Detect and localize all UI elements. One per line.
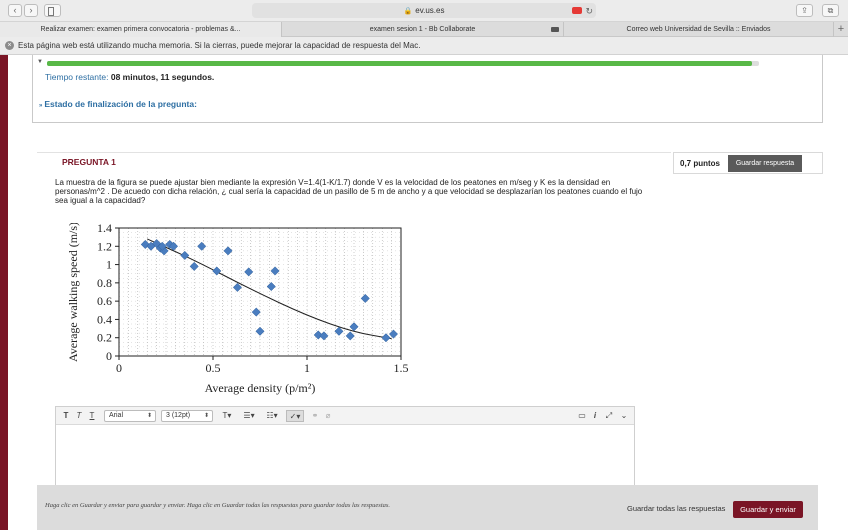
spellcheck-icon[interactable]: ✓▾ bbox=[286, 410, 304, 422]
data-point bbox=[266, 281, 276, 292]
font-family-value: Arial bbox=[109, 412, 124, 419]
camera-recording-icon[interactable] bbox=[572, 7, 582, 14]
save-answer-button[interactable]: Guardar respuesta bbox=[728, 155, 802, 172]
completion-status-link[interactable]: » Estado de finalización de la pregunta: bbox=[39, 99, 197, 109]
x-axis-label: Average density (p/m²) bbox=[205, 381, 316, 395]
select-arrows-icon: ⬍ bbox=[146, 413, 152, 419]
data-point bbox=[319, 331, 329, 341]
save-and-submit-button[interactable]: Guardar y enviar bbox=[733, 501, 803, 518]
select-arrows-icon: ⬍ bbox=[203, 413, 209, 419]
italic-icon[interactable]: T bbox=[74, 410, 84, 422]
forward-icon[interactable]: › bbox=[24, 4, 38, 17]
question-header bbox=[37, 152, 671, 172]
y-tick-label: 1 bbox=[106, 258, 112, 272]
close-icon[interactable]: × bbox=[5, 41, 14, 50]
url-bar[interactable]: 🔒 ev.us.es ↻ bbox=[252, 3, 596, 18]
unlink-icon[interactable]: ⌀ bbox=[323, 410, 333, 422]
y-tick-label: 0.2 bbox=[97, 331, 112, 345]
x-tick-label: 0 bbox=[116, 361, 122, 375]
lock-icon: 🔒 bbox=[403, 8, 413, 15]
font-size-value: 3 (12pt) bbox=[166, 412, 191, 419]
tab-label: Realizar examen: examen primera convocat… bbox=[40, 26, 241, 33]
sidebar-icon[interactable] bbox=[44, 4, 61, 17]
data-point bbox=[360, 293, 370, 303]
collapse-triangle-icon[interactable]: ▼ bbox=[37, 59, 43, 65]
browser-toolbar: ‹ › 🔒 ev.us.es ↻ ⇪ ⧉ bbox=[0, 0, 848, 22]
data-point bbox=[180, 250, 190, 260]
time-progress-fill bbox=[47, 61, 752, 66]
info-icon[interactable]: i bbox=[591, 410, 599, 422]
memory-warning-text: Esta página web está utilizando mucha me… bbox=[18, 41, 421, 50]
tab-label: examen sesion 1 - Bb Collaborate bbox=[369, 26, 476, 33]
tab-exam[interactable]: Realizar examen: examen primera convocat… bbox=[0, 22, 282, 37]
reload-icon[interactable]: ↻ bbox=[585, 4, 593, 19]
time-remaining-label: Tiempo restante: bbox=[45, 72, 109, 82]
timer-panel: ▼ Tiempo restante: 08 minutos, 11 segund… bbox=[32, 55, 823, 123]
new-tab-icon[interactable]: + bbox=[834, 22, 848, 36]
bold-icon[interactable]: T bbox=[61, 410, 71, 422]
data-point bbox=[334, 326, 344, 336]
y-tick-label: 1.2 bbox=[97, 239, 112, 253]
time-remaining: Tiempo restante: 08 minutos, 11 segundos… bbox=[45, 72, 214, 82]
scatter-chart: 0 0.5 1 1.5 0 0.2 0.4 0.6 0.8 1 1.2 1.4 Average den… bbox=[66, 223, 409, 395]
memory-warning-bar: × Esta página web está utilizando mucha … bbox=[0, 37, 848, 55]
submit-bar: Haga clic en Guardar y enviar para guard… bbox=[37, 485, 818, 530]
underline-icon[interactable]: T bbox=[87, 410, 97, 422]
bullet-list-icon[interactable]: ☰▾ bbox=[240, 410, 258, 422]
x-tick-label: 1.5 bbox=[394, 361, 409, 375]
chevron-down-icon: » bbox=[39, 103, 43, 109]
data-point bbox=[270, 266, 280, 276]
y-axis-label: Average walking speed (m/s) bbox=[66, 223, 80, 362]
tab-overview-icon[interactable]: ⧉ bbox=[822, 4, 839, 17]
tab-webmail[interactable]: Correo web Universidad de Sevilla :: Env… bbox=[564, 22, 834, 37]
font-family-select[interactable]: Arial ⬍ bbox=[104, 410, 156, 422]
question-points: 0,7 puntos bbox=[680, 159, 721, 168]
expand-toolbar-icon[interactable]: ⌄ bbox=[618, 410, 630, 422]
back-icon[interactable]: ‹ bbox=[8, 4, 22, 17]
url-text: ev.us.es bbox=[415, 6, 445, 15]
y-tick-label: 1.4 bbox=[97, 223, 112, 235]
question-text: La muestra de la figura se puede ajustar… bbox=[55, 178, 643, 205]
data-point bbox=[223, 246, 233, 256]
tab-label: Correo web Universidad de Sevilla :: Env… bbox=[626, 26, 771, 33]
text-format-icon[interactable]: T▾ bbox=[219, 410, 235, 422]
data-point bbox=[255, 326, 265, 336]
points-box: 0,7 puntos Guardar respuesta bbox=[673, 152, 823, 174]
numbered-list-icon[interactable]: ☷▾ bbox=[263, 410, 281, 422]
completion-status-label: Estado de finalización de la pregunta: bbox=[44, 99, 197, 109]
data-point bbox=[381, 333, 391, 343]
link-icon[interactable]: ⚭ bbox=[310, 410, 320, 422]
question-title: PREGUNTA 1 bbox=[62, 157, 116, 167]
data-point bbox=[388, 329, 399, 339]
save-all-button[interactable]: Guardar todas las respuestas bbox=[627, 504, 725, 513]
submit-hint: Haga clic en Guardar y enviar para guard… bbox=[45, 502, 391, 509]
camera-icon bbox=[551, 27, 559, 32]
share-icon[interactable]: ⇪ bbox=[796, 4, 813, 17]
font-size-select[interactable]: 3 (12pt) ⬍ bbox=[161, 410, 213, 422]
y-tick-label: 0.6 bbox=[97, 294, 112, 308]
answer-editor[interactable]: T T T Arial ⬍ 3 (12pt) ⬍ T▾ ☰▾ ☷▾ ✓▾ ⚭ ⌀ ▭… bbox=[55, 406, 635, 486]
preview-icon[interactable]: ▭ bbox=[576, 410, 588, 422]
time-progress-bar bbox=[47, 61, 759, 66]
fullscreen-icon[interactable]: ⤢ bbox=[603, 410, 615, 422]
chart-points bbox=[140, 238, 399, 343]
y-tick-label: 0 bbox=[106, 349, 112, 363]
editor-toolbar: T T T Arial ⬍ 3 (12pt) ⬍ T▾ ☰▾ ☷▾ ✓▾ ⚭ ⌀ ▭… bbox=[56, 407, 634, 425]
tab-bar: Realizar examen: examen primera convocat… bbox=[0, 22, 848, 37]
data-point bbox=[232, 282, 242, 292]
x-tick-label: 0.5 bbox=[206, 361, 221, 375]
y-tick-label: 0.8 bbox=[97, 276, 112, 290]
data-point bbox=[197, 241, 207, 251]
y-tick-label: 0.4 bbox=[97, 312, 112, 326]
left-accent-bar bbox=[0, 55, 8, 530]
time-remaining-value: 08 minutos, 11 segundos. bbox=[110, 72, 215, 82]
x-tick-label: 1 bbox=[304, 361, 310, 375]
tab-collaborate[interactable]: examen sesion 1 - Bb Collaborate bbox=[282, 22, 564, 37]
